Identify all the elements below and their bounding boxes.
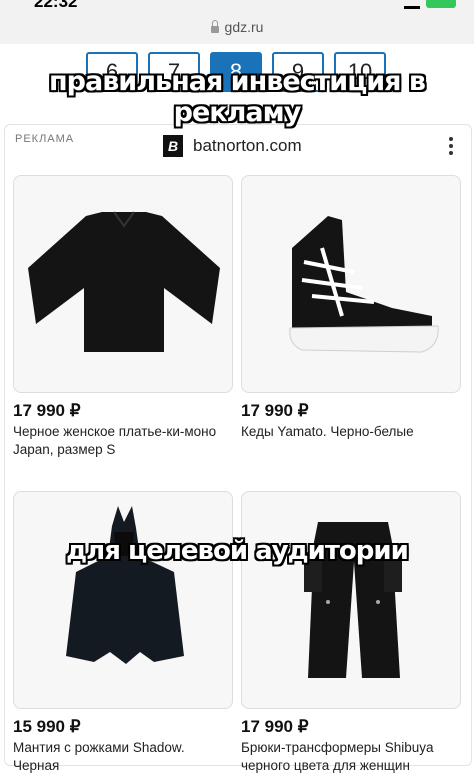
brand-domain: batnorton.com	[193, 136, 302, 155]
meme-caption-middle: для целевой аудитории	[66, 536, 409, 566]
product-title[interactable]: Черное женское платье-ки-моно Japan, раз…	[13, 423, 233, 459]
product-card[interactable]: 17 990 ₽ Кеды Yamato. Черно-белые	[241, 175, 461, 441]
kimono-dress-image[interactable]	[13, 175, 233, 393]
product-card[interactable]: 15 990 ₽ Мантия с рожками Shadow. Черная	[13, 491, 233, 775]
product-price: 17 990 ₽	[241, 401, 309, 420]
product-card[interactable]: 17 990 ₽ Черное женское платье-ки-моно J…	[13, 175, 233, 459]
meme-caption-top: правильная инвестиция в рекламу	[49, 66, 426, 128]
product-card[interactable]: 17 990 ₽ Брюки-трансформеры Shibuya черн…	[241, 491, 461, 775]
brand-logo-icon: B	[163, 135, 183, 157]
more-options-icon[interactable]	[449, 137, 453, 158]
status-bar: 22:32	[0, 0, 474, 11]
high-top-sneaker-image[interactable]	[241, 175, 461, 393]
product-title[interactable]: Мантия с рожками Shadow. Черная	[13, 739, 233, 775]
status-icons	[404, 0, 456, 9]
signal-icon	[404, 0, 420, 9]
product-title[interactable]: Кеды Yamato. Черно-белые	[241, 423, 461, 441]
url-text: gdz.ru	[224, 19, 264, 35]
horned-cloak-image[interactable]	[13, 491, 233, 709]
ad-block: РЕКЛАМА B batnorton.com 17 990 ₽ Черное …	[4, 124, 472, 773]
address-bar[interactable]: gdz.ru	[0, 10, 474, 44]
product-price: 17 990 ₽	[241, 717, 309, 736]
product-title[interactable]: Брюки-трансформеры Shibuya черного цвета…	[241, 739, 461, 775]
battery-icon	[426, 0, 456, 8]
ad-label: РЕКЛАМА	[15, 133, 75, 145]
ad-brand[interactable]: B batnorton.com	[163, 135, 302, 157]
cargo-pants-image[interactable]	[241, 491, 461, 709]
product-price: 17 990 ₽	[13, 401, 81, 420]
lock-icon	[210, 19, 219, 33]
product-price: 15 990 ₽	[13, 717, 81, 736]
